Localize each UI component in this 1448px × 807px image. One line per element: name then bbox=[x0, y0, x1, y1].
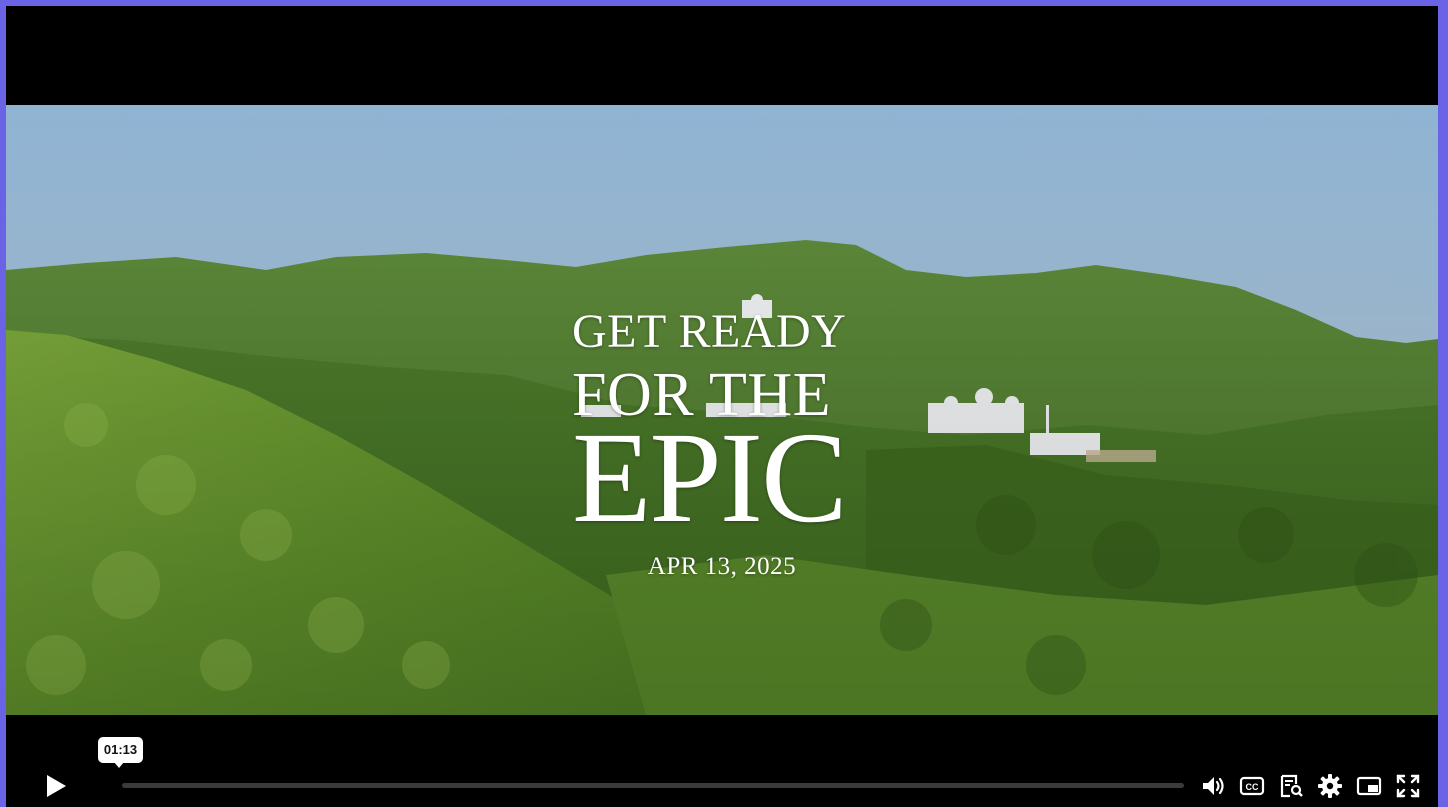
svg-text:CC: CC bbox=[1246, 782, 1259, 792]
volume-button[interactable] bbox=[1199, 772, 1227, 800]
closed-captions-button[interactable]: CC bbox=[1238, 772, 1266, 800]
closed-captions-icon: CC bbox=[1239, 776, 1265, 796]
fullscreen-icon bbox=[1396, 774, 1420, 798]
video-player[interactable]: GET READY FOR THE EPIC APR 13, 2025 01:1… bbox=[6, 6, 1438, 807]
settings-button[interactable] bbox=[1316, 772, 1344, 800]
volume-icon bbox=[1203, 777, 1224, 795]
fullscreen-button[interactable] bbox=[1394, 772, 1422, 800]
video-scene-mountains bbox=[6, 105, 1438, 715]
picture-in-picture-icon bbox=[1356, 776, 1382, 796]
play-button[interactable] bbox=[38, 769, 72, 803]
transcript-icon bbox=[1280, 774, 1303, 798]
player-controls-bar: 01:13 CC bbox=[6, 715, 1438, 807]
picture-in-picture-button[interactable] bbox=[1355, 772, 1383, 800]
progress-bar[interactable] bbox=[122, 783, 1184, 788]
play-icon bbox=[47, 775, 66, 797]
hover-time-tooltip: 01:13 bbox=[98, 737, 143, 768]
video-frame[interactable]: GET READY FOR THE EPIC APR 13, 2025 bbox=[6, 105, 1438, 715]
settings-gear-icon bbox=[1318, 774, 1342, 798]
transcript-button[interactable] bbox=[1277, 772, 1305, 800]
